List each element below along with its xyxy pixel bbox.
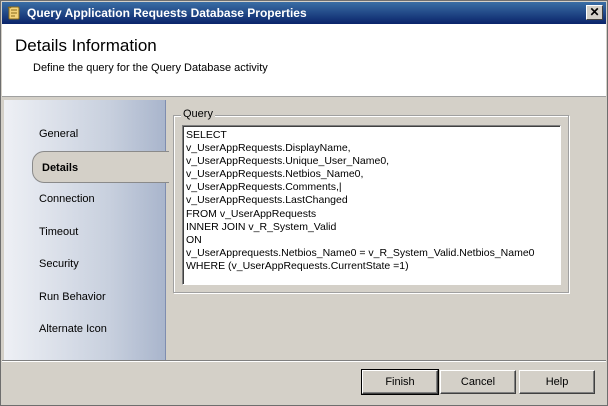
- properties-dialog: Query Application Requests Database Prop…: [0, 0, 608, 406]
- page-title: Details Information: [15, 36, 157, 55]
- scroll-icon: [6, 5, 22, 21]
- sidebar-item-label: Run Behavior: [39, 291, 106, 303]
- sidebar-item-security[interactable]: Security: [4, 249, 166, 279]
- sidebar-item-run-behavior[interactable]: Run Behavior: [4, 282, 166, 312]
- sidebar-item-label: Security: [39, 258, 79, 270]
- sidebar-item-general[interactable]: General: [4, 119, 166, 149]
- sidebar-item-label: General: [39, 128, 79, 140]
- sidebar-item-details[interactable]: Details: [32, 151, 169, 183]
- title-bar[interactable]: Query Application Requests Database Prop…: [2, 2, 606, 24]
- footer-divider: [2, 360, 606, 362]
- sidebar-item-connection[interactable]: Connection: [4, 184, 166, 214]
- sidebar-item-alternate-icon[interactable]: Alternate Icon: [4, 314, 166, 344]
- sidebar-item-label: Alternate Icon: [39, 323, 107, 335]
- sidebar-item-timeout[interactable]: Timeout: [4, 217, 166, 247]
- sidebar-item-label: Details: [42, 162, 79, 174]
- close-button[interactable]: ✕: [586, 5, 603, 20]
- query-textarea[interactable]: SELECT v_UserAppRequests.DisplayName, v_…: [182, 125, 561, 285]
- help-button[interactable]: Help: [519, 370, 595, 394]
- sidebar-item-label: Timeout: [39, 226, 79, 238]
- cancel-button[interactable]: Cancel: [440, 370, 516, 394]
- finish-button[interactable]: Finish: [361, 369, 439, 395]
- sidebar-item-label: Connection: [39, 193, 95, 205]
- close-icon: ✕: [589, 5, 600, 19]
- window-title: Query Application Requests Database Prop…: [27, 6, 307, 20]
- query-group-label: Query: [181, 108, 215, 120]
- page-subtitle: Define the query for the Query Database …: [33, 62, 268, 74]
- page-header: Details Information Define the query for…: [2, 24, 606, 97]
- sidebar-nav: General Details Connection Timeout Secur…: [4, 100, 169, 360]
